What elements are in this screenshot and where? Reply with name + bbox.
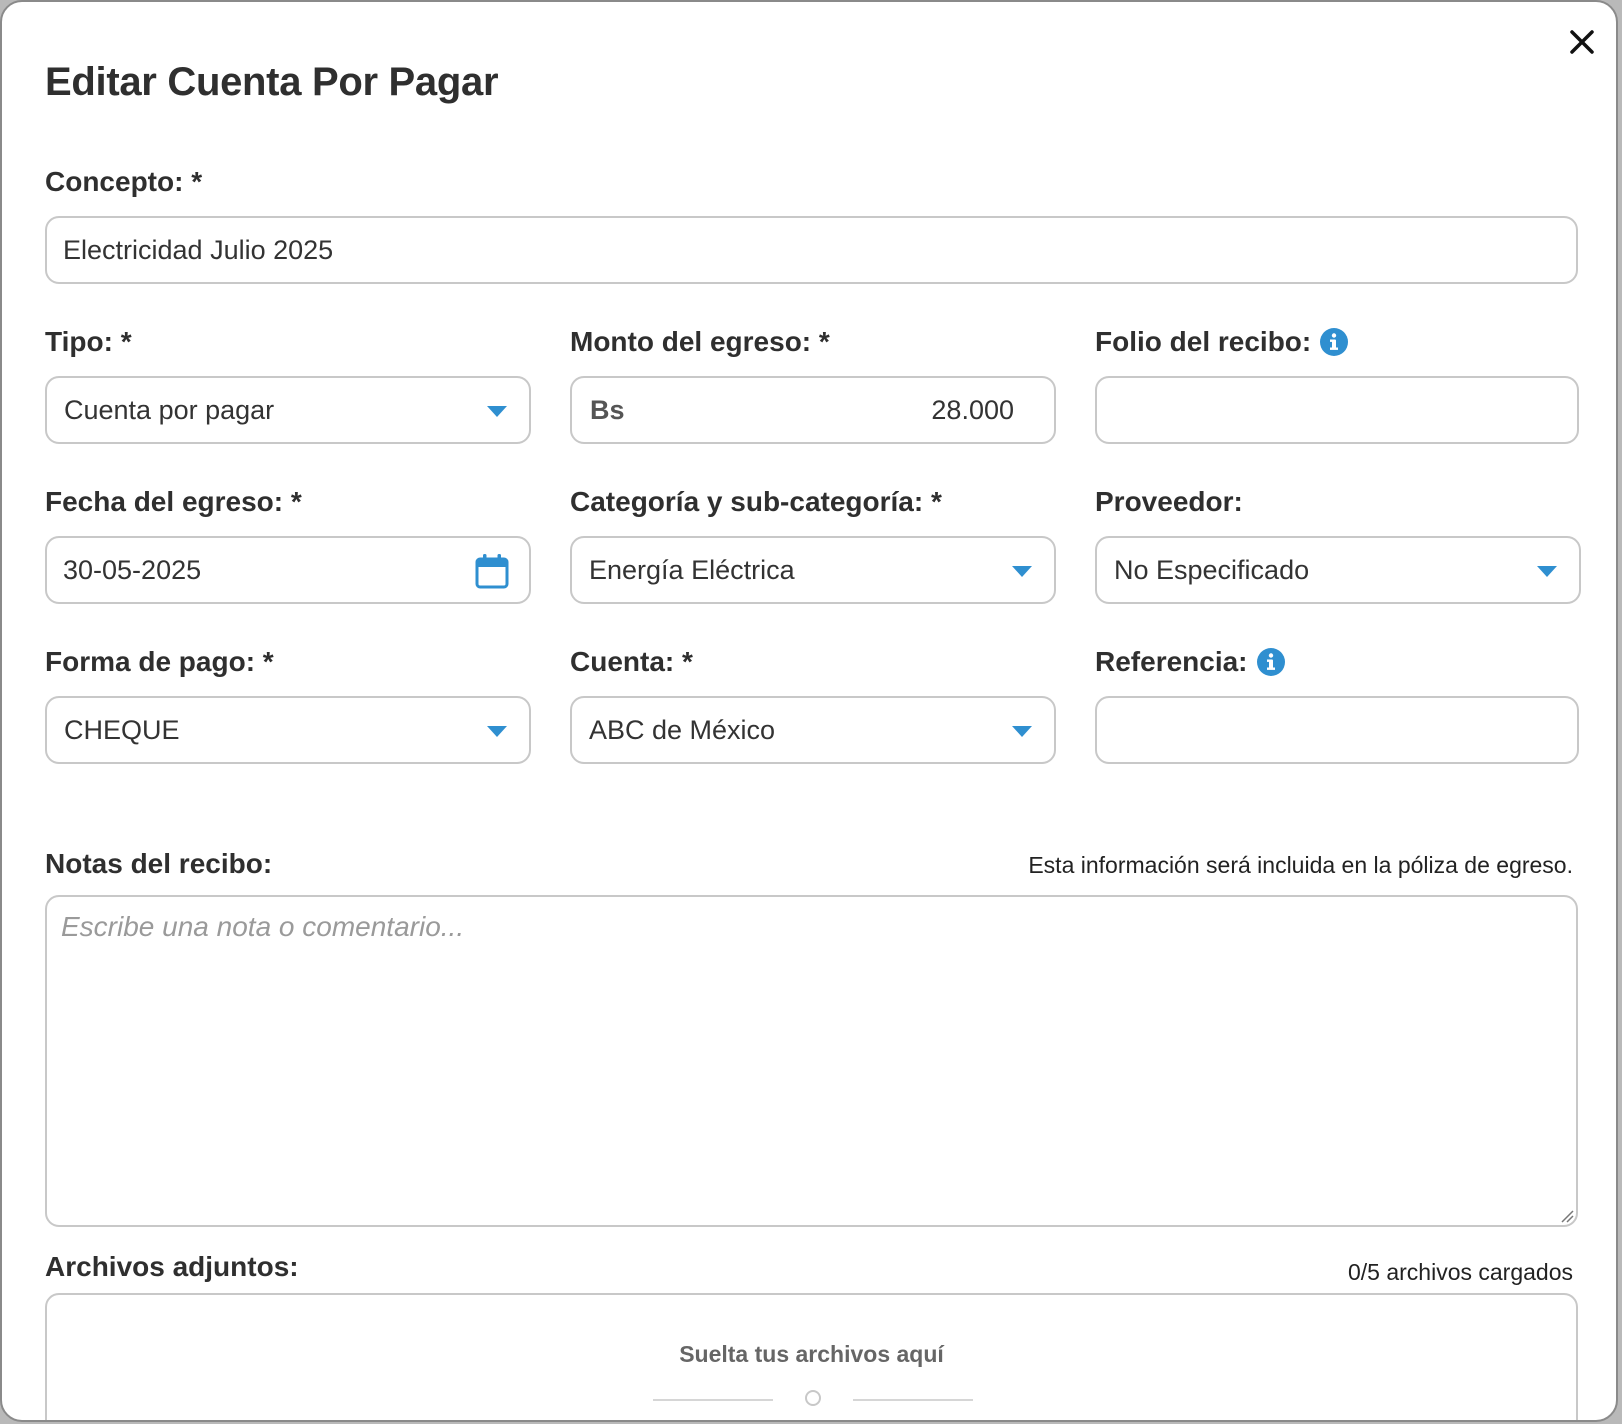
forma-pago-select[interactable]: CHEQUE [45,696,531,764]
tipo-select[interactable]: Cuenta por pagar [45,376,531,444]
cuenta-label: Cuenta: * [570,646,693,677]
folio-label-text: Folio del recibo: [1095,326,1312,357]
calendar-icon[interactable] [475,553,509,589]
cuenta-value: ABC de México [589,714,776,745]
adjuntos-count: 0/5 archivos cargados [1347,1259,1573,1285]
categoria-select[interactable]: Energía Eléctrica [570,536,1056,604]
monto-value: 28.000 [931,394,1014,425]
fecha-input[interactable]: 30-05-2025 [45,536,531,604]
concepto-label: Concepto: * [45,166,203,197]
proveedor-label: Proveedor: [1095,486,1243,517]
concepto-input[interactable]: Electricidad Julio 2025 [45,216,1578,284]
tipo-value: Cuenta por pagar [64,394,275,425]
info-icon[interactable] [1256,647,1286,677]
fecha-value: 30-05-2025 [63,554,202,585]
referencia-label-text: Referencia: [1095,646,1248,677]
monto-input[interactable]: Bs 28.000 [570,376,1056,444]
edit-payable-modal: Editar Cuenta Por Pagar Concepto: * Elec… [0,0,1618,1422]
referencia-input[interactable] [1095,696,1579,764]
file-dropzone[interactable]: Suelta tus archivos aquí [45,1293,1578,1420]
folio-label: Folio del recibo: [1095,326,1349,358]
categoria-value: Energía Eléctrica [589,554,795,585]
forma-pago-label: Forma de pago: * [45,646,274,677]
divider [653,1399,773,1401]
dropzone-text: Suelta tus archivos aquí [679,1341,944,1367]
tipo-label: Tipo: * [45,326,132,357]
cuenta-select[interactable]: ABC de México [570,696,1056,764]
concepto-value: Electricidad Julio 2025 [63,234,334,265]
categoria-label: Categoría y sub-categoría: * [570,486,942,517]
chevron-down-icon [487,726,507,737]
notas-label: Notas del recibo: [45,848,273,879]
fecha-label: Fecha del egreso: * [45,486,302,517]
proveedor-select[interactable]: No Especificado [1095,536,1581,604]
referencia-label: Referencia: [1095,646,1286,678]
monto-label: Monto del egreso: * [570,326,830,357]
notas-hint: Esta información será incluida en la pól… [1028,852,1573,878]
proveedor-value: No Especificado [1114,554,1310,585]
adjuntos-label: Archivos adjuntos: [45,1251,299,1282]
chevron-down-icon [487,406,507,417]
resize-handle-icon[interactable] [1560,1209,1574,1223]
chevron-down-icon [1012,566,1032,577]
modal-title: Editar Cuenta Por Pagar [45,60,499,104]
close-icon[interactable] [1564,24,1600,60]
divider [853,1399,973,1401]
forma-pago-value: CHEQUE [64,714,180,745]
currency-prefix: Bs [590,394,625,425]
chevron-down-icon [1012,726,1032,737]
info-icon[interactable] [1319,327,1349,357]
chevron-down-icon [1537,566,1557,577]
folio-input[interactable] [1095,376,1579,444]
notas-textarea[interactable] [45,895,1578,1227]
circle-icon [805,1390,821,1406]
